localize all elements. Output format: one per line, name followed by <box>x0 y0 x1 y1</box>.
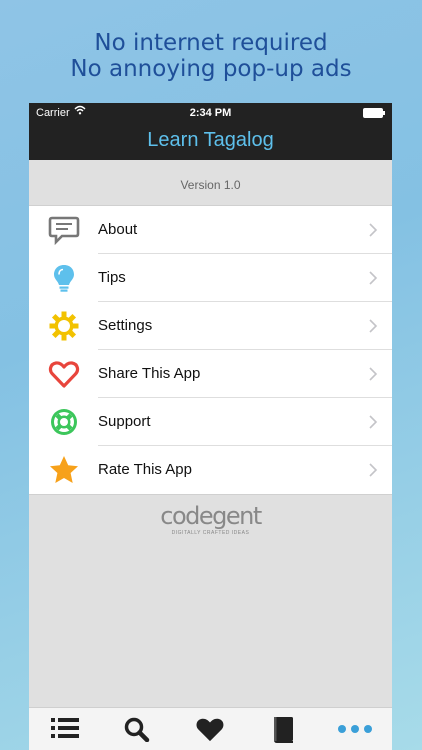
status-bar: Carrier 2:34 PM <box>29 103 392 123</box>
tab-search[interactable] <box>119 716 155 744</box>
tab-list[interactable] <box>47 716 83 744</box>
search-icon <box>119 716 155 742</box>
menu-item-rate[interactable]: Rate This App <box>29 446 392 494</box>
chevron-right-icon <box>368 270 378 286</box>
menu-item-about[interactable]: About <box>29 206 392 254</box>
menu-item-label: Share This App <box>98 365 201 382</box>
menu-list: About Tips Settings Share This App Suppo… <box>29 205 392 495</box>
star-icon <box>48 454 80 486</box>
clock: 2:34 PM <box>189 107 232 119</box>
menu-item-label: About <box>98 221 138 238</box>
lifebuoy-icon <box>48 406 80 438</box>
nav-bar: Learn Tagalog <box>29 123 392 160</box>
brand-name: codegent <box>160 502 262 530</box>
tab-more[interactable] <box>335 716 375 744</box>
tab-favorites[interactable] <box>192 716 228 744</box>
tab-phrasebook[interactable] <box>265 716 301 744</box>
chevron-right-icon <box>368 462 378 478</box>
menu-item-tips[interactable]: Tips <box>29 254 392 302</box>
speech-bubble-icon <box>48 214 80 246</box>
gear-icon <box>48 310 80 342</box>
lightbulb-icon <box>48 262 80 294</box>
menu-item-label: Support <box>98 413 151 430</box>
menu-item-label: Tips <box>98 269 126 286</box>
chevron-right-icon <box>368 366 378 382</box>
promo-line-2: No annoying pop-up ads <box>70 56 352 82</box>
menu-item-support[interactable]: Support <box>29 398 392 446</box>
chevron-right-icon <box>368 222 378 238</box>
chevron-right-icon <box>368 414 378 430</box>
battery-icon <box>363 108 385 118</box>
app-title: Learn Tagalog <box>147 129 274 151</box>
menu-item-label: Rate This App <box>98 461 192 478</box>
menu-item-share[interactable]: Share This App <box>29 350 392 398</box>
brand-logo: codegent DIGITALLY CRAFTED IDEAS <box>29 504 392 536</box>
more-icon <box>335 716 375 742</box>
brand-tagline: DIGITALLY CRAFTED IDEAS <box>171 530 250 536</box>
promo-line-1: No internet required <box>94 30 328 56</box>
tab-bar <box>29 707 392 750</box>
book-icon <box>265 716 301 744</box>
chevron-right-icon <box>368 318 378 334</box>
list-icon <box>47 716 83 740</box>
promo-banner: No internet required No annoying pop-up … <box>0 30 422 82</box>
version-label: Version 1.0 <box>180 178 241 192</box>
phone-screen: Carrier 2:34 PM Learn Tagalog Version 1.… <box>29 103 392 750</box>
heart-icon <box>48 358 80 390</box>
menu-item-label: Settings <box>98 317 153 334</box>
menu-item-settings[interactable]: Settings <box>29 302 392 350</box>
heart-icon <box>192 716 228 742</box>
